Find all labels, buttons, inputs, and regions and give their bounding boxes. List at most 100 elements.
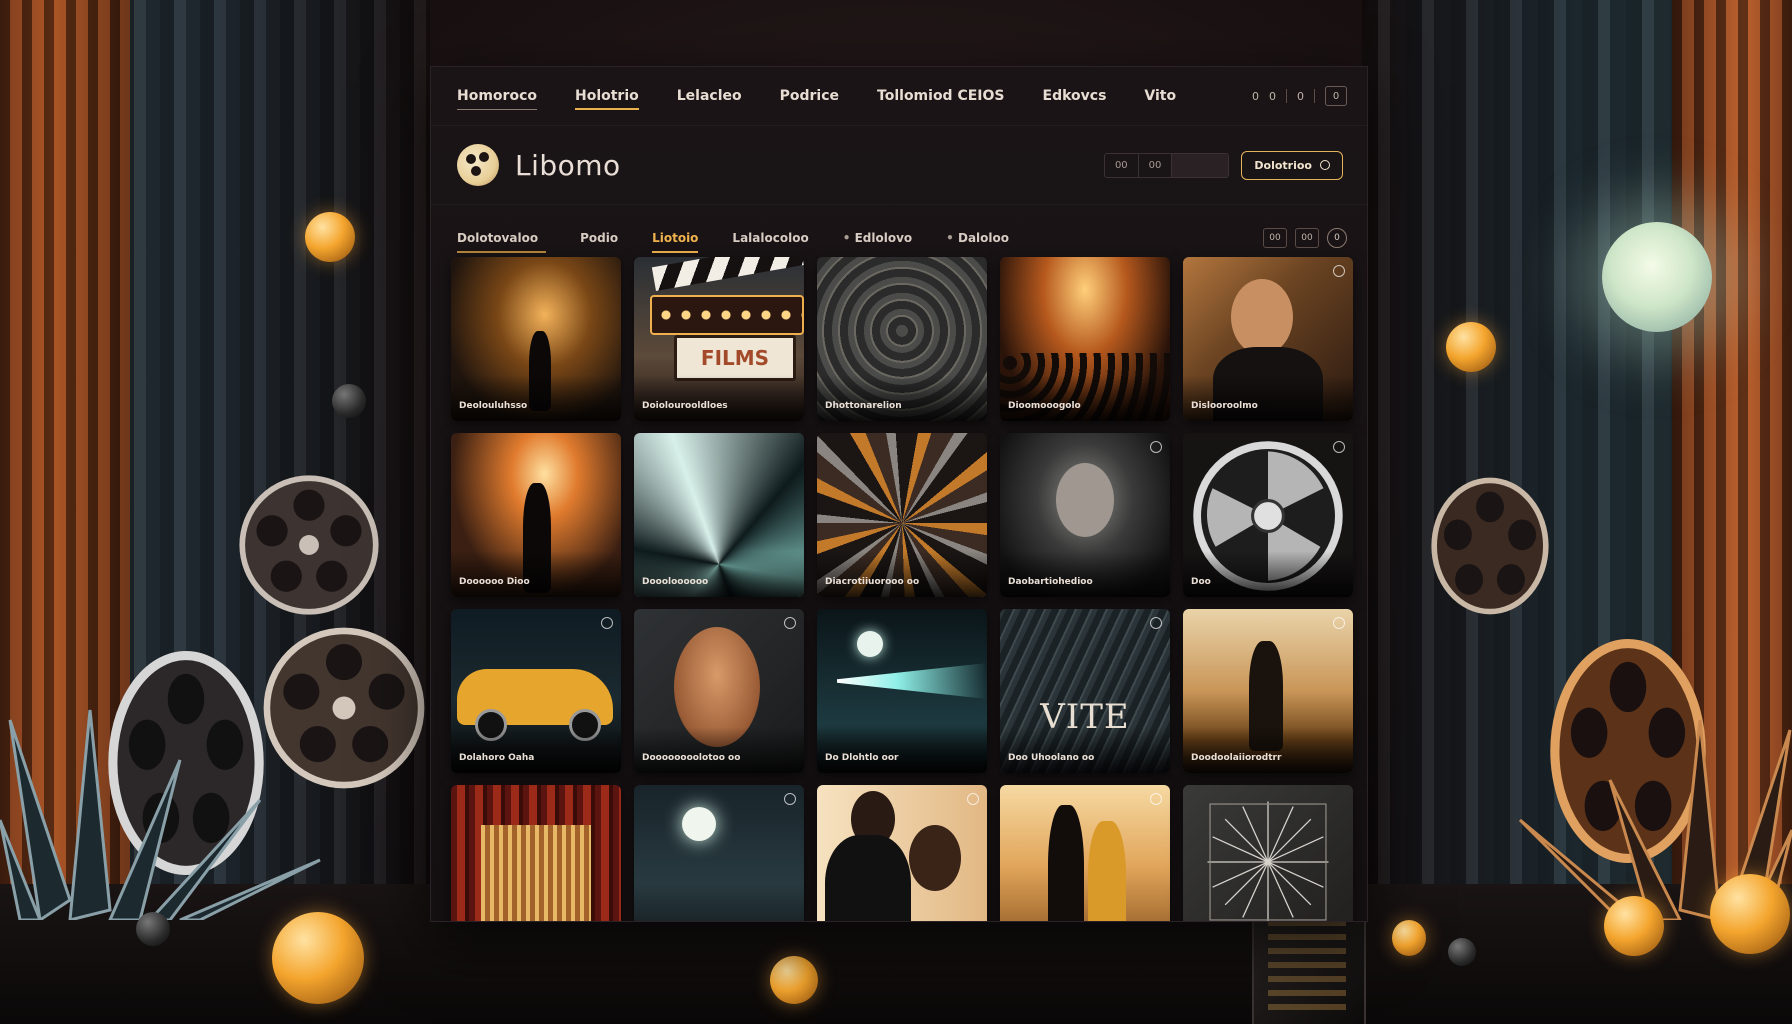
primary-action-button[interactable]: Dolotrioo [1241,150,1343,180]
favorite-icon[interactable] [1150,617,1162,629]
caption-shade [1000,727,1170,773]
favorite-icon[interactable] [784,617,796,629]
tab-category[interactable]: Daloloo [946,223,1009,253]
movie-title: Dioomooogolo [1008,401,1081,411]
movie-title: Doodoolaiiorodtrr [1191,753,1282,763]
movie-title: Doooloooooo [642,577,709,587]
favorite-icon[interactable] [1333,441,1345,453]
caption-shade [451,727,621,773]
utility-control[interactable]: 0 [1297,90,1304,103]
movie-title: Deolouluhsso [459,401,528,411]
movie-title: Dolahoro Oaha [459,753,535,763]
favorite-icon[interactable] [1333,265,1345,277]
favorite-icon[interactable] [784,793,796,805]
utility-control[interactable]: 0 [1269,90,1276,103]
caption-shade [817,727,987,773]
movie-title: Dhottonarelion [825,401,902,411]
circle-icon [1320,160,1330,170]
movie-card[interactable]: Do Dlohtlo oor [817,609,987,773]
view-toggle-option[interactable]: 00 [1139,153,1173,177]
portrait-suit [825,835,911,921]
dark-orb [332,384,366,418]
amber-orb [770,956,818,1004]
stage-glow [481,825,591,921]
movie-card[interactable]: Doodoolaiiorodtrr [1183,609,1353,773]
moon-icon [682,807,716,841]
movie-card[interactable]: Dislooroolmo [1183,257,1353,421]
movie-card[interactable] [451,785,621,921]
moon-icon [857,631,883,657]
caption-shade [817,551,987,597]
nav-link[interactable]: Edkovcs [1043,80,1107,112]
movie-title: Doo Uhoolano oo [1008,753,1095,763]
amber-orb [1392,920,1426,956]
nav-link[interactable]: Podrice [780,80,839,112]
divider [1314,89,1315,103]
tab-category[interactable]: Lalalocoloo [732,223,808,253]
view-toggle-option[interactable] [1172,153,1229,177]
caption-shade [1000,551,1170,597]
movie-card[interactable]: Doooloooooo [634,433,804,597]
nav-link[interactable]: Lelacleo [677,80,742,112]
movie-title: Diacrotiiuorooo oo [825,577,920,587]
movie-title: Do Dlohtlo oor [825,753,899,763]
nav-link[interactable]: Vito [1144,80,1176,112]
movie-card[interactable]: Dioomooogolo [1000,257,1170,421]
movie-card[interactable]: Dhottonarelion [817,257,987,421]
silhouette [1088,821,1126,921]
movie-card[interactable]: Deolouluhsso [451,257,621,421]
movie-card[interactable]: Doooooo Dioo [451,433,621,597]
caption-shade [634,727,804,773]
utility-control[interactable]: 0 [1252,90,1259,103]
nav-link-active[interactable]: Holotrio [574,80,639,112]
movie-card[interactable]: Doo [1183,433,1353,597]
tab-category[interactable]: Edlolovo [843,223,913,253]
brand-name: Libomo [515,148,621,182]
favorite-icon[interactable] [967,793,979,805]
movie-card[interactable]: Doooooooolotoo oo [634,609,804,773]
movie-card[interactable]: FILMS Doiolourooldloes [634,257,804,421]
movie-card[interactable] [1000,785,1170,921]
nav-utilities: 0 0 0 0 [1252,86,1347,106]
movie-title: Doiolourooldloes [642,401,728,411]
settings-round-button[interactable]: 0 [1327,228,1347,248]
brand-bar: Libomo 00 00 Dolotrioo [431,125,1367,205]
list-view-button[interactable]: 00 [1295,228,1319,248]
caption-shade [451,551,621,597]
tab-category-active[interactable]: Liotoio [652,223,699,253]
nav-link[interactable]: Tollomiod CEIOS [877,80,1004,112]
nav-link-home[interactable]: Homoroco [457,80,537,112]
poster-art [634,785,804,921]
movie-card[interactable] [1183,785,1353,921]
amber-orb [272,912,364,1004]
window-control-button[interactable]: 0 [1325,86,1347,106]
movie-card[interactable]: Daobartiohedioo [1000,433,1170,597]
tab-category[interactable]: Dolotovaloo [457,223,547,253]
movie-card[interactable]: Diacrotiiuorooo oo [817,433,987,597]
movie-title: Daobartiohedioo [1008,577,1093,587]
favorite-icon[interactable] [1333,617,1345,629]
top-navigation: Homoroco Holotrio Lelacleo Podrice Tollo… [431,67,1367,125]
caption-shade [634,551,804,597]
favorite-icon[interactable] [1150,793,1162,805]
divider [1286,89,1287,103]
movie-card[interactable] [817,785,987,921]
favorite-icon[interactable] [601,617,613,629]
caption-shade [817,375,987,421]
view-toggle-option[interactable]: 00 [1105,153,1139,177]
amber-orb [1710,874,1790,954]
movie-title: Dislooroolmo [1191,401,1258,411]
glowing-moon [1602,222,1712,332]
poster-art [1000,785,1170,921]
silhouette [1048,805,1084,921]
movie-card[interactable]: Dolahoro Oaha [451,609,621,773]
favorite-icon[interactable] [1150,441,1162,453]
movie-grid: Deolouluhsso FILMS Doiolourooldloes Dhot… [451,257,1353,921]
movie-card[interactable] [634,785,804,921]
tab-category[interactable]: Podio [580,223,618,253]
grid-view-button[interactable]: 00 [1263,228,1287,248]
marquee-lights [650,295,804,335]
movie-card[interactable]: VITE Doo Uhoolano oo [1000,609,1170,773]
caption-shade [634,375,804,421]
amber-orb [1604,896,1664,956]
